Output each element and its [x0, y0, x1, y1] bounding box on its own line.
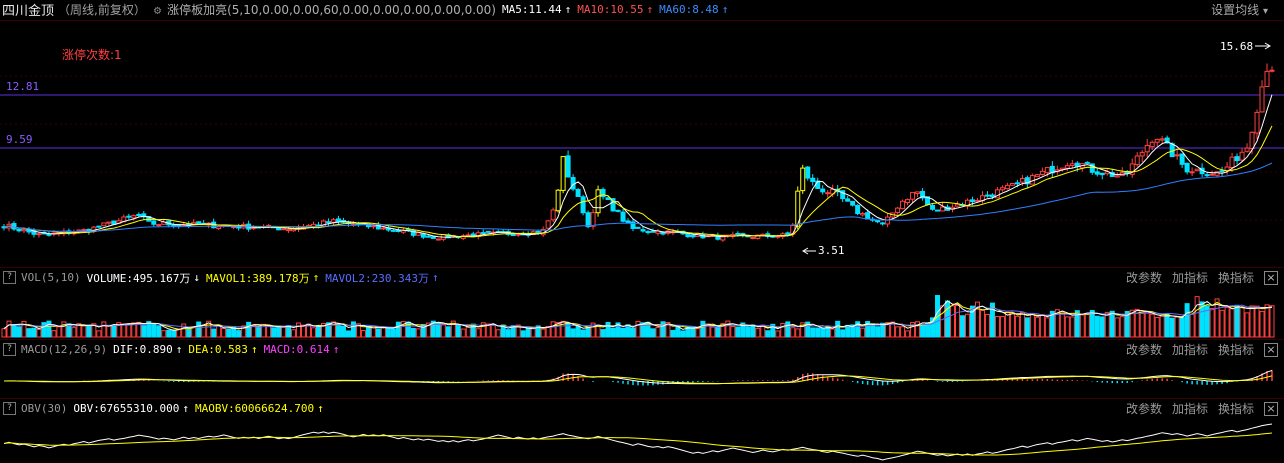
- macd-chart[interactable]: [0, 359, 1284, 398]
- up-arrow-icon: ↑: [175, 343, 183, 356]
- macd-header: ? MACD(12,26,9) DIF:0.890 ↑ DEA:0.583 ↑ …: [0, 340, 1284, 359]
- switch-indicator-button[interactable]: 换指标: [1218, 400, 1254, 417]
- min-price-label: 3.51: [818, 244, 845, 257]
- volume-chart[interactable]: [0, 287, 1284, 338]
- change-params-button[interactable]: 改参数: [1126, 400, 1162, 417]
- macd-tools: 改参数 加指标 换指标 ×: [1126, 340, 1278, 359]
- close-icon[interactable]: ×: [1264, 270, 1278, 285]
- dea-value: DEA:0.583: [188, 343, 248, 356]
- mavol1-value: MAVOL1:389.178万: [205, 271, 310, 285]
- dif-value: DIF:0.890: [113, 343, 173, 356]
- gear-icon[interactable]: ⚙: [154, 3, 161, 17]
- price-chart[interactable]: [0, 20, 1284, 267]
- help-icon[interactable]: ?: [3, 271, 16, 284]
- up-arrow-icon: ↑: [182, 402, 189, 415]
- max-price-label: 15.68: [1220, 40, 1254, 53]
- caret-down-icon: ▾: [1262, 6, 1268, 17]
- settings-ma-label: 设置均线: [1211, 3, 1260, 17]
- macd-value: MACD:0.614: [263, 343, 330, 356]
- up-arrow-icon: ↑: [432, 271, 439, 284]
- close-icon[interactable]: ×: [1264, 401, 1278, 416]
- help-icon[interactable]: ?: [3, 343, 16, 356]
- mavol2-value: MAVOL2:230.343万: [325, 271, 430, 285]
- change-params-button[interactable]: 改参数: [1126, 341, 1162, 358]
- up-arrow-icon: ↑: [721, 3, 729, 16]
- ma10-value: MA10:10.55: [577, 3, 644, 16]
- add-indicator-button[interactable]: 加指标: [1172, 341, 1208, 358]
- up-arrow-icon: ↑: [646, 3, 654, 16]
- macd-name[interactable]: MACD(12,26,9): [21, 343, 107, 356]
- volume-value: VOLUME:495.167万: [86, 271, 191, 285]
- vol-header: ? VOL(5,10) VOLUME:495.167万 ↓ MAVOL1:389…: [0, 268, 1284, 287]
- settings-ma-button[interactable]: 设置均线 ▾: [1211, 1, 1268, 18]
- help-icon[interactable]: ?: [3, 402, 16, 415]
- obv-tools: 改参数 加指标 换指标 ×: [1126, 399, 1278, 418]
- up-arrow-icon: ↑: [312, 271, 320, 284]
- vol-tools: 改参数 加指标 换指标 ×: [1126, 268, 1278, 287]
- up-arrow-icon: ↑: [564, 3, 572, 16]
- obv-value: OBV:67655310.000: [73, 402, 180, 415]
- up-arrow-icon: ↑: [317, 402, 324, 415]
- obv-header: ? OBV(30) OBV:67655310.000 ↑ MAOBV:60066…: [0, 399, 1284, 418]
- switch-indicator-button[interactable]: 换指标: [1218, 269, 1254, 286]
- add-indicator-button[interactable]: 加指标: [1172, 400, 1208, 417]
- ma60-value: MA60:8.48: [659, 3, 719, 16]
- stock-name[interactable]: 四川金顶: [2, 0, 54, 19]
- maobv-value: MAOBV:60066624.700: [194, 402, 315, 415]
- obv-name[interactable]: OBV(30): [21, 402, 67, 415]
- chart-header: 四川金顶 （周线,前复权） ⚙ 涨停板加亮(5,10,0.00,0.00,60,…: [0, 0, 1284, 20]
- switch-indicator-button[interactable]: 换指标: [1218, 341, 1254, 358]
- obv-chart[interactable]: [0, 418, 1284, 463]
- indicator-label[interactable]: 涨停板加亮(5,10,0.00,0.00,60,0.00,0.00,0.00,0…: [167, 1, 496, 18]
- ma5-value: MA5:11.44: [501, 3, 562, 16]
- period-label: （周线,前复权）: [58, 3, 146, 17]
- level-low-label: 9.59: [6, 133, 33, 146]
- limit-up-count: 涨停次数:1: [62, 48, 122, 62]
- change-params-button[interactable]: 改参数: [1126, 269, 1162, 286]
- level-high-label: 12.81: [6, 80, 40, 93]
- up-arrow-icon: ↑: [332, 343, 340, 356]
- close-icon[interactable]: ×: [1264, 342, 1278, 357]
- add-indicator-button[interactable]: 加指标: [1172, 269, 1208, 286]
- up-arrow-icon: ↑: [250, 343, 258, 356]
- vol-name[interactable]: VOL(5,10): [21, 271, 81, 284]
- down-arrow-icon: ↓: [193, 271, 200, 284]
